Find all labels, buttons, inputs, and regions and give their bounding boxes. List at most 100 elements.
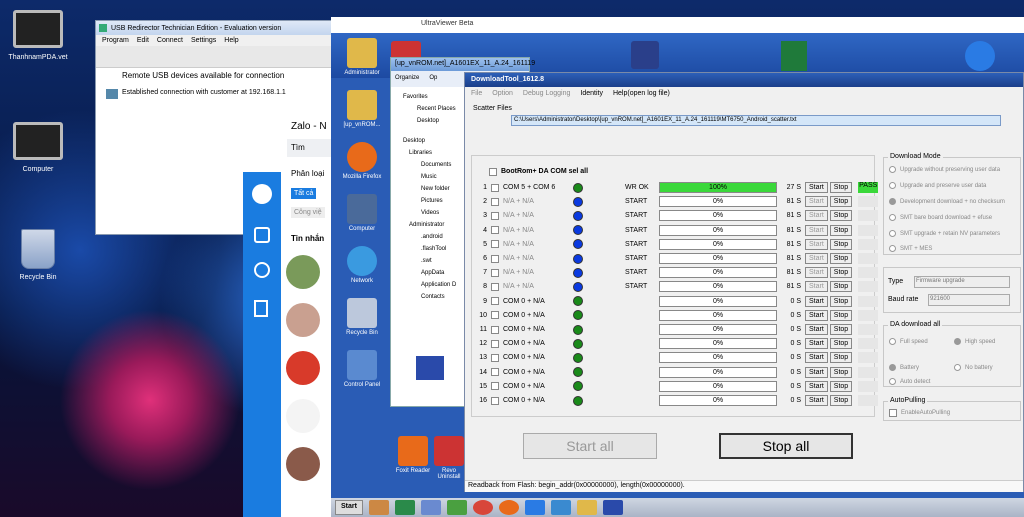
remote-icon-foxit[interactable]: Foxit Reader: [385, 436, 441, 474]
taskbar-app-icon[interactable]: [420, 500, 441, 515]
mode-option[interactable]: SMT bare board download + efuse: [889, 214, 992, 221]
folder-icon[interactable]: [576, 500, 597, 515]
zalo-icon[interactable]: [965, 41, 995, 71]
document-icon[interactable]: [254, 300, 268, 317]
menu-help[interactable]: Help(open log file): [613, 90, 670, 97]
row-stop-button[interactable]: Stop: [829, 253, 853, 264]
row-start-button[interactable]: Start: [805, 224, 828, 236]
row-start-button[interactable]: Start: [805, 267, 828, 279]
row-start-button[interactable]: Start: [805, 196, 828, 208]
zalo-search[interactable]: Tìm: [287, 139, 333, 157]
row-start-button[interactable]: Start: [805, 182, 828, 193]
remote-icon-computer[interactable]: Computer: [334, 194, 390, 232]
row-checkbox[interactable]: [491, 268, 499, 277]
taskbar-app-icon[interactable]: [550, 500, 571, 515]
row-stop-button[interactable]: Stop: [829, 281, 853, 293]
row-checkbox[interactable]: [491, 396, 499, 405]
row-checkbox[interactable]: [491, 368, 499, 377]
row-checkbox[interactable]: [491, 339, 499, 348]
mode-option[interactable]: Upgrade and preserve user data: [889, 182, 986, 189]
row-start-button[interactable]: Start: [805, 295, 828, 307]
avatar[interactable]: [286, 303, 320, 337]
row-stop-button[interactable]: Stop: [829, 182, 853, 193]
row-checkbox[interactable]: [491, 183, 499, 192]
taskbar-app-icon[interactable]: [446, 500, 467, 515]
photoshop-icon[interactable]: [631, 41, 659, 69]
row-stop-button[interactable]: Stop: [829, 352, 853, 364]
remote-icon-revo[interactable]: Revo Uninstall: [434, 436, 464, 480]
row-start-button[interactable]: Start: [805, 338, 828, 350]
row-stop-button[interactable]: Stop: [829, 366, 853, 378]
menu-identity[interactable]: Identity: [580, 90, 603, 97]
open-button[interactable]: Op: [429, 75, 437, 83]
row-checkbox[interactable]: [491, 297, 499, 306]
menu-edit[interactable]: Edit: [137, 37, 149, 44]
avatar[interactable]: [286, 447, 320, 481]
row-stop-button[interactable]: Stop: [829, 238, 853, 250]
row-stop-button[interactable]: Stop: [829, 196, 853, 208]
start-all-button[interactable]: Start all: [523, 433, 657, 459]
remote-icon-folder[interactable]: [up_vnROM...: [334, 90, 390, 128]
row-start-button[interactable]: Start: [805, 395, 828, 406]
stop-all-button[interactable]: Stop all: [719, 433, 853, 459]
avatar[interactable]: [286, 399, 320, 433]
contacts-icon[interactable]: [254, 227, 270, 243]
row-start-button[interactable]: Start: [805, 366, 828, 378]
chat-icon[interactable]: [252, 184, 272, 204]
row-checkbox[interactable]: [491, 211, 499, 220]
mode-option[interactable]: SMT + MES: [889, 245, 932, 252]
menu-option[interactable]: Option: [492, 90, 513, 97]
chrome-icon[interactable]: [472, 500, 493, 515]
taskbar-app-icon[interactable]: [368, 500, 389, 515]
row-checkbox[interactable]: [491, 382, 499, 391]
row-start-button[interactable]: Start: [805, 324, 828, 335]
da-option[interactable]: No battery: [954, 364, 993, 371]
row-checkbox[interactable]: [491, 240, 499, 249]
type-select[interactable]: Firmware upgrade: [914, 276, 1010, 288]
row-stop-button[interactable]: Stop: [829, 338, 853, 350]
baud-select[interactable]: 921600: [928, 294, 1010, 306]
row-checkbox[interactable]: [491, 197, 499, 206]
desktop-icon-recycle-bin[interactable]: Recycle Bin: [8, 228, 68, 281]
menu-settings[interactable]: Settings: [191, 37, 216, 44]
menu-help[interactable]: Help: [224, 37, 238, 44]
firefox-icon[interactable]: [498, 500, 519, 515]
row-start-button[interactable]: Start: [805, 253, 828, 264]
row-start-button[interactable]: Start: [805, 380, 828, 392]
zalo-icon[interactable]: [524, 500, 545, 515]
remote-icon-control-panel[interactable]: Control Panel: [334, 350, 390, 388]
desktop-icon-computer[interactable]: Computer: [8, 120, 68, 173]
zalo-tab-work[interactable]: Công việ: [291, 207, 325, 218]
mode-option[interactable]: Upgrade without preserving user data: [889, 166, 1000, 173]
row-checkbox[interactable]: [491, 325, 499, 334]
select-all-checkbox[interactable]: [489, 167, 497, 176]
row-start-button[interactable]: Start: [805, 309, 828, 321]
remote-icon-administrator[interactable]: Administrator: [334, 38, 390, 76]
da-option[interactable]: High speed: [954, 338, 995, 345]
da-option[interactable]: Battery: [889, 364, 919, 371]
avatar[interactable]: [286, 351, 320, 385]
row-start-button[interactable]: Start: [805, 210, 828, 222]
row-stop-button[interactable]: Stop: [829, 395, 853, 406]
row-start-button[interactable]: Start: [805, 352, 828, 364]
mode-option[interactable]: Development download + no checksum: [889, 198, 1005, 205]
menu-debug[interactable]: Debug Logging: [523, 90, 571, 97]
taskbar-app-icon[interactable]: [602, 500, 623, 515]
organize-button[interactable]: Organize: [395, 75, 419, 83]
row-checkbox[interactable]: [491, 254, 499, 263]
menu-file[interactable]: File: [471, 90, 482, 97]
scatter-path-field[interactable]: C:\Users\Administrator\Desktop\[up_vnROM…: [511, 115, 1001, 126]
excel-icon[interactable]: [781, 41, 807, 71]
row-checkbox[interactable]: [491, 226, 499, 235]
autopulling-checkbox[interactable]: EnableAutoPulling: [889, 409, 950, 417]
menu-program[interactable]: Program: [102, 37, 129, 44]
zalo-tab-all[interactable]: Tất cả: [291, 188, 317, 199]
row-stop-button[interactable]: Stop: [829, 309, 853, 321]
remote-icon-firefox[interactable]: Mozilla Firefox: [334, 142, 390, 180]
friends-icon[interactable]: [254, 262, 270, 278]
row-checkbox[interactable]: [491, 282, 499, 291]
start-button[interactable]: Start: [335, 500, 363, 515]
row-stop-button[interactable]: Stop: [829, 267, 853, 279]
row-checkbox[interactable]: [491, 311, 499, 320]
row-stop-button[interactable]: Stop: [829, 210, 853, 222]
